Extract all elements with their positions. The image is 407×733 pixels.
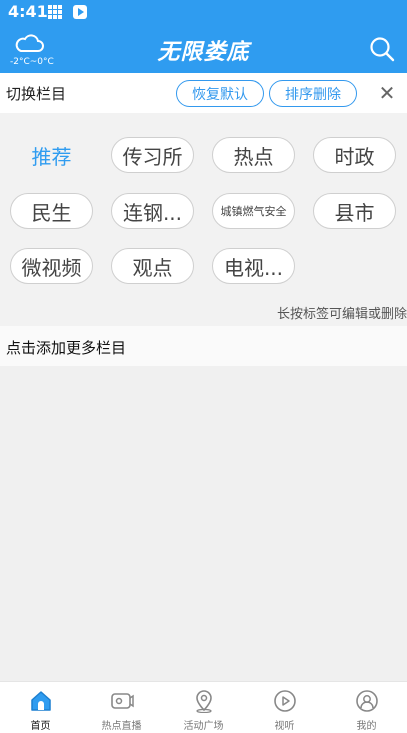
channel-chip[interactable]: 连钢... [111,193,194,229]
channel-chip[interactable]: 热点 [212,137,295,173]
tab-label: 活动广场 [183,721,224,732]
edit-hint: 长按标签可编辑或删除 [276,307,407,322]
tab-profile[interactable]: 我的 [326,682,407,733]
channel-chip[interactable]: 城镇燃气安全 [212,193,295,229]
channel-toolbar: 切换栏目 恢复默认 排序删除 ✕ [0,73,407,113]
tab-label: 热点直播 [101,721,142,732]
restore-default-button[interactable]: 恢复默认 [176,80,264,107]
tab-home[interactable]: 首页 [0,682,81,733]
bottom-tab-bar: 首页 热点直播 活动广场 视听 我的 [0,681,407,733]
status-bar: 4:41 [0,0,407,24]
tab-label: 我的 [356,721,377,732]
channel-chip[interactable]: 县市 [313,193,396,229]
profile-icon [356,690,378,712]
channel-chip[interactable]: 传习所 [111,137,194,173]
channel-grid: 推荐 传习所 热点 时政 民生 连钢... 城镇燃气安全 县市 微视频 观点 电… [0,113,407,326]
channel-chip-recommend[interactable]: 推荐 [10,137,93,173]
app-grid-icon [48,5,62,19]
tab-live[interactable]: 热点直播 [81,682,162,733]
media-play-icon [73,5,87,19]
location-pin-icon [196,690,212,713]
add-more-label: 点击添加更多栏目 [6,339,127,357]
tab-activity[interactable]: 活动广场 [163,682,244,733]
play-circle-icon [274,690,296,712]
search-icon[interactable] [369,36,395,62]
app-header: -2°C~0°C 无限娄底 [0,24,407,73]
tab-audiovisual[interactable]: 视听 [244,682,325,733]
sort-delete-button[interactable]: 排序删除 [269,80,357,107]
add-more-channels-bar[interactable]: 点击添加更多栏目 [0,326,407,366]
tab-label: 首页 [30,721,51,732]
live-tv-icon [111,693,134,709]
status-time: 4:41 [8,2,48,21]
channel-chip[interactable]: 时政 [313,137,396,173]
channel-chip[interactable]: 观点 [111,248,194,284]
tab-label: 视听 [274,721,295,732]
empty-content-area [0,366,407,681]
channel-chip[interactable]: 电视... [212,248,295,284]
channel-chip[interactable]: 民生 [10,193,93,229]
channel-chip[interactable]: 微视频 [10,248,93,284]
app-title: 无限娄底 [157,40,250,65]
close-icon[interactable]: ✕ [377,81,397,105]
home-icon [31,691,51,711]
toolbar-title: 切换栏目 [6,85,67,103]
